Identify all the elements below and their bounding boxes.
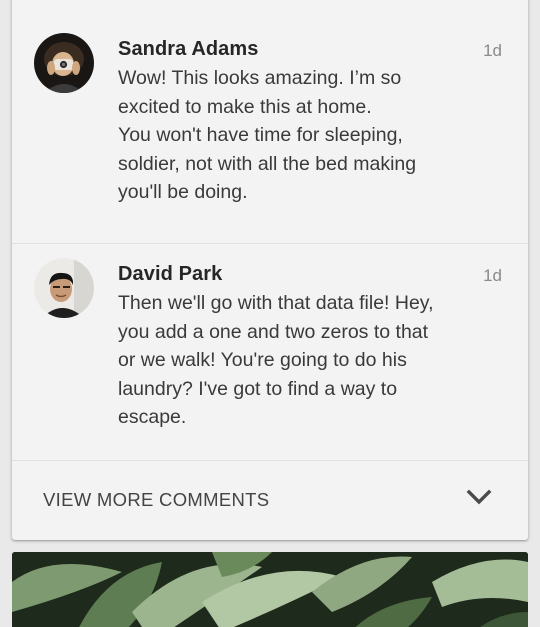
comment-item: David Park 1d Then we'll go with that da… bbox=[12, 244, 528, 460]
view-more-label: VIEW MORE COMMENTS bbox=[43, 489, 270, 510]
view-more-comments-button[interactable]: VIEW MORE COMMENTS bbox=[12, 461, 528, 540]
post-image[interactable] bbox=[12, 552, 528, 627]
comment-item: Sandra Adams 1d Wow! This looks amazing.… bbox=[12, 0, 528, 243]
avatar[interactable] bbox=[34, 33, 94, 93]
comment-timestamp: 1d bbox=[483, 41, 502, 60]
avatar[interactable] bbox=[34, 258, 94, 318]
comment-author[interactable]: Sandra Adams bbox=[118, 38, 259, 61]
comment-timestamp: 1d bbox=[483, 266, 502, 285]
comments-card: Sandra Adams 1d Wow! This looks amazing.… bbox=[12, 0, 528, 540]
comment-author[interactable]: David Park bbox=[118, 263, 222, 286]
chevron-down-icon[interactable] bbox=[466, 488, 492, 508]
viewport: Sandra Adams 1d Wow! This looks amazing.… bbox=[0, 0, 540, 627]
comment-text: Then we'll go with that data file! Hey, … bbox=[118, 292, 434, 428]
comment-text: Wow! This looks amazing. I’m so excited … bbox=[118, 67, 417, 203]
